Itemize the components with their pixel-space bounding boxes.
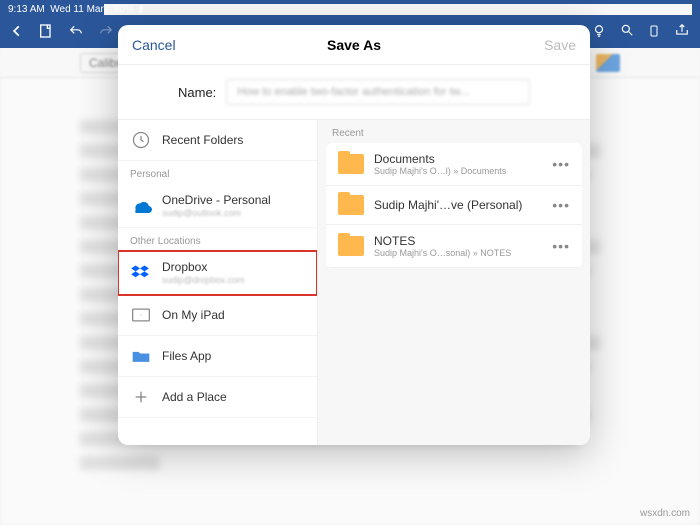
lightbulb-icon[interactable] [592, 23, 606, 44]
recent-folders-item[interactable]: Recent Folders [118, 120, 317, 161]
ipad-label: On My iPad [162, 308, 225, 322]
back-icon[interactable] [10, 24, 24, 43]
filename-row: Name: How to enable two-factor authentic… [118, 65, 590, 119]
onedrive-sub: sudip@outlook.com [162, 208, 271, 218]
name-label: Name: [178, 85, 216, 100]
onedrive-icon [130, 195, 152, 217]
more-icon[interactable]: ••• [552, 197, 570, 213]
recent-folders-panel: Recent DocumentsSudip Majhi's O…l) » Doc… [318, 120, 590, 445]
filename-input[interactable]: How to enable two-factor authentication … [226, 79, 530, 105]
watermark: wsxdn.com [640, 508, 690, 519]
folder-name: Documents [374, 152, 542, 166]
battery-icon: ▮ [138, 4, 144, 15]
file-icon[interactable] [38, 23, 54, 44]
bluetooth-icon: ᛒ [104, 4, 110, 15]
more-icon[interactable]: ••• [552, 156, 570, 172]
dropbox-sub: sudip@dropbox.com [162, 275, 245, 285]
clock-icon [130, 129, 152, 151]
personal-section-label: Personal [118, 161, 317, 184]
folder-icon [338, 154, 364, 174]
share-icon[interactable] [674, 23, 690, 44]
plus-icon [130, 386, 152, 408]
folder-path: Sudip Majhi's O…l) » Documents [374, 166, 542, 176]
ipad-icon [130, 304, 152, 326]
folder-name: Sudip Majhi'…ve (Personal) [374, 198, 542, 212]
battery-label: 90% [114, 4, 134, 15]
modal-title: Save As [118, 37, 590, 53]
add-place-label: Add a Place [162, 390, 227, 404]
pen-tool-icon[interactable] [596, 54, 620, 72]
locations-panel: Recent Folders Personal OneDrive - Perso… [118, 120, 318, 445]
onedrive-item[interactable]: OneDrive - Personalsudip@outlook.com [118, 184, 317, 228]
folder-icon [338, 195, 364, 215]
dropbox-label: Dropbox [162, 260, 245, 274]
folder-icon [338, 236, 364, 256]
folder-name: NOTES [374, 234, 542, 248]
recent-section-label: Recent [318, 120, 590, 143]
redo-icon[interactable] [98, 24, 114, 43]
modal-header: Cancel Save As Save [118, 25, 590, 65]
recent-folders-label: Recent Folders [162, 133, 243, 147]
on-my-ipad-item[interactable]: On My iPad [118, 295, 317, 336]
date-label: Wed 11 Mar [50, 4, 104, 15]
undo-icon[interactable] [68, 24, 84, 43]
cancel-button[interactable]: Cancel [132, 37, 176, 53]
save-button[interactable]: Save [544, 37, 576, 53]
time-label: 9:13 AM [8, 4, 45, 15]
ios-status-bar: 9:13 AM Wed 11 Mar ᛒ 90% ▮ [0, 0, 700, 18]
files-app-item[interactable]: Files App [118, 336, 317, 377]
folder-path: Sudip Majhi's O…sonal) » NOTES [374, 248, 542, 258]
search-icon[interactable] [620, 23, 634, 44]
files-app-label: Files App [162, 349, 211, 363]
folder-row[interactable]: DocumentsSudip Majhi's O…l) » Documents … [326, 143, 582, 186]
folder-icon [130, 345, 152, 367]
other-section-label: Other Locations [118, 228, 317, 251]
more-icon[interactable]: ••• [552, 238, 570, 254]
mobile-icon[interactable] [648, 23, 660, 44]
dropbox-icon [130, 262, 152, 284]
add-place-item[interactable]: Add a Place [118, 377, 317, 418]
onedrive-label: OneDrive - Personal [162, 193, 271, 207]
dropbox-item[interactable]: Dropboxsudip@dropbox.com [118, 251, 317, 295]
folder-row[interactable]: Sudip Majhi'…ve (Personal) ••• [326, 186, 582, 225]
folder-row[interactable]: NOTESSudip Majhi's O…sonal) » NOTES ••• [326, 225, 582, 268]
save-as-modal: Cancel Save As Save Name: How to enable … [118, 25, 590, 445]
